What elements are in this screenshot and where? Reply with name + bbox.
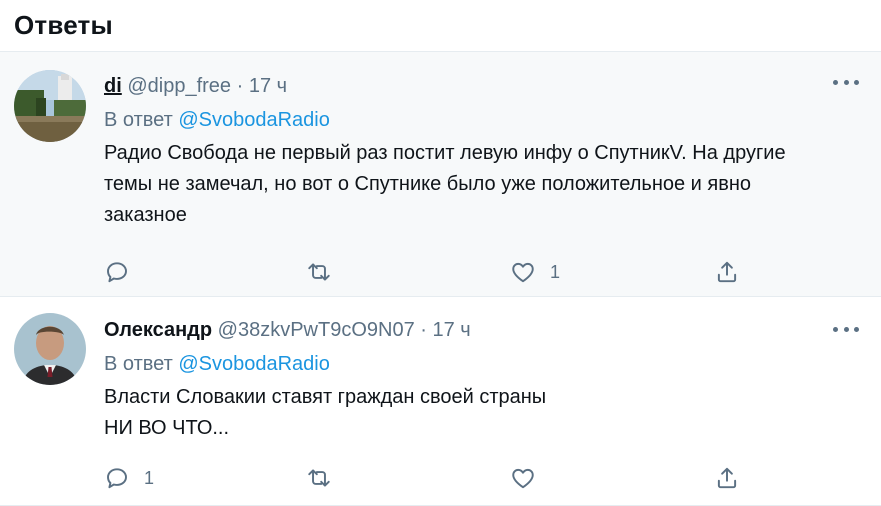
more-options-button[interactable] xyxy=(833,74,859,90)
share-icon xyxy=(717,467,737,489)
more-dot xyxy=(843,79,849,85)
replying-to: В ответ @SvobodaRadio xyxy=(104,349,867,379)
like-button[interactable]: 1 xyxy=(510,257,560,287)
share-icon xyxy=(717,261,737,283)
author-handle[interactable]: @38zkvPwT9cO9N07 xyxy=(218,319,415,341)
replies-header: Ответы xyxy=(0,0,881,52)
page-title: Ответы xyxy=(14,10,113,40)
replying-prefix: В ответ xyxy=(104,353,173,375)
retweet-icon xyxy=(308,263,330,281)
replying-prefix: В ответ xyxy=(104,109,173,131)
share-button[interactable] xyxy=(714,463,740,493)
retweet-button[interactable] xyxy=(306,463,346,493)
more-dot xyxy=(843,326,849,332)
tweet[interactable]: di @dipp_free · 17 ч В ответ @SvobodaRad… xyxy=(0,52,881,297)
tweet-text: Власти Словакии ставят граждан своей стр… xyxy=(104,386,547,439)
more-dot xyxy=(854,326,859,332)
author-name[interactable]: Олександр xyxy=(104,319,212,341)
replying-mention-link[interactable]: @SvobodaRadio xyxy=(178,109,330,131)
more-horizontal-icon xyxy=(833,326,838,332)
tweet-meta: Олександр @38zkvPwT9cO9N07 · 17 ч xyxy=(104,315,867,345)
tweet-time[interactable]: · 17 ч xyxy=(237,75,287,97)
tweet-content: Олександр @38zkvPwT9cO9N07 · 17 ч В отве… xyxy=(104,315,867,444)
replying-to: В ответ @SvobodaRadio xyxy=(104,105,867,135)
reply-icon xyxy=(107,262,127,283)
tweet-meta: di @dipp_free · 17 ч xyxy=(104,71,867,101)
tweet-time[interactable]: · 17 ч xyxy=(420,319,470,341)
retweet-icon xyxy=(308,469,330,487)
tweet-content: di @dipp_free · 17 ч В ответ @SvobodaRad… xyxy=(104,71,867,231)
heart-icon xyxy=(512,468,534,489)
more-horizontal-icon xyxy=(833,79,838,85)
reply-button[interactable]: 1 xyxy=(104,463,154,493)
share-button[interactable] xyxy=(714,257,740,287)
tweet-actions: 1 xyxy=(104,463,867,493)
heart-icon xyxy=(512,262,534,283)
avatar[interactable] xyxy=(14,313,86,385)
retweet-button[interactable] xyxy=(306,257,346,287)
reply-count: 1 xyxy=(144,467,155,488)
tweet-text: Радио Свобода не первый раз постит левую… xyxy=(104,142,786,226)
tweet-actions: 1 xyxy=(104,257,867,287)
reply-icon xyxy=(107,468,127,489)
author-handle[interactable]: @dipp_free xyxy=(127,75,231,97)
replying-mention-link[interactable]: @SvobodaRadio xyxy=(178,353,330,375)
like-count: 1 xyxy=(550,261,561,282)
tweet[interactable]: Олександр @38zkvPwT9cO9N07 · 17 ч В отве… xyxy=(0,297,881,506)
like-button[interactable] xyxy=(510,463,550,493)
reply-button[interactable] xyxy=(104,257,144,287)
avatar[interactable] xyxy=(14,70,86,142)
more-options-button[interactable] xyxy=(833,321,859,337)
author-name[interactable]: di xyxy=(104,75,122,97)
more-dot xyxy=(854,79,859,85)
